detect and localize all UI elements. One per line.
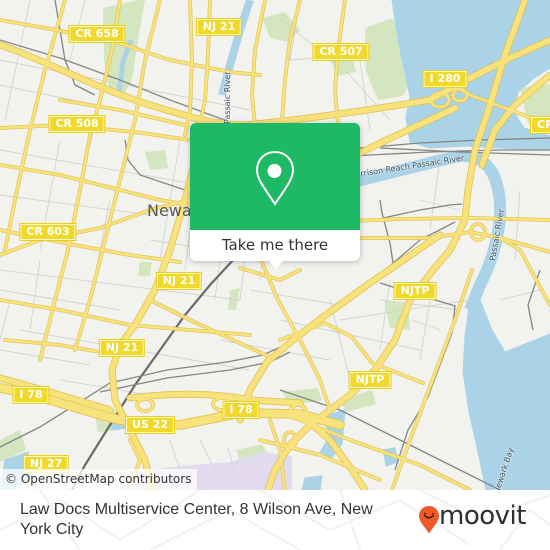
route-shield: I 78 — [12, 386, 50, 404]
route-shield: NJTP — [348, 371, 392, 389]
place-address: Law Docs Multiservice Center, 8 Wilson A… — [20, 501, 373, 538]
map-view[interactable]: Newark Passaic River Harrison Reach Pass… — [0, 0, 550, 490]
route-shield: CR 603 — [19, 223, 77, 241]
route-shield: CR 507 — [312, 43, 370, 61]
route-shield: NJ 21 — [195, 18, 243, 36]
route-shield: CR 508 — [48, 115, 106, 133]
route-shield: I 280 — [422, 70, 468, 88]
location-pin-icon — [255, 150, 295, 206]
route-shield: CR 658 — [68, 25, 126, 43]
route-shield: US 22 — [125, 416, 175, 434]
route-shield: CR — [530, 116, 550, 134]
popup-header — [190, 123, 360, 230]
route-shield: NJ 21 — [98, 339, 146, 357]
footer: Law Docs Multiservice Center, 8 Wilson A… — [0, 490, 550, 550]
route-shield: NJTP — [393, 282, 437, 300]
moovit-wordmark: moovit — [439, 501, 526, 531]
take-me-there-button[interactable]: Take me there — [190, 230, 360, 261]
moovit-smile-pin-icon — [419, 506, 439, 534]
route-shield: NJ 21 — [155, 272, 203, 290]
popup-pointer — [267, 259, 285, 269]
river-label-passaic-north: Passaic River — [223, 71, 232, 125]
route-shield: I 78 — [222, 401, 260, 419]
map-attribution[interactable]: © OpenStreetMap contributors — [0, 469, 198, 490]
destination-popup: Take me there — [190, 123, 360, 269]
